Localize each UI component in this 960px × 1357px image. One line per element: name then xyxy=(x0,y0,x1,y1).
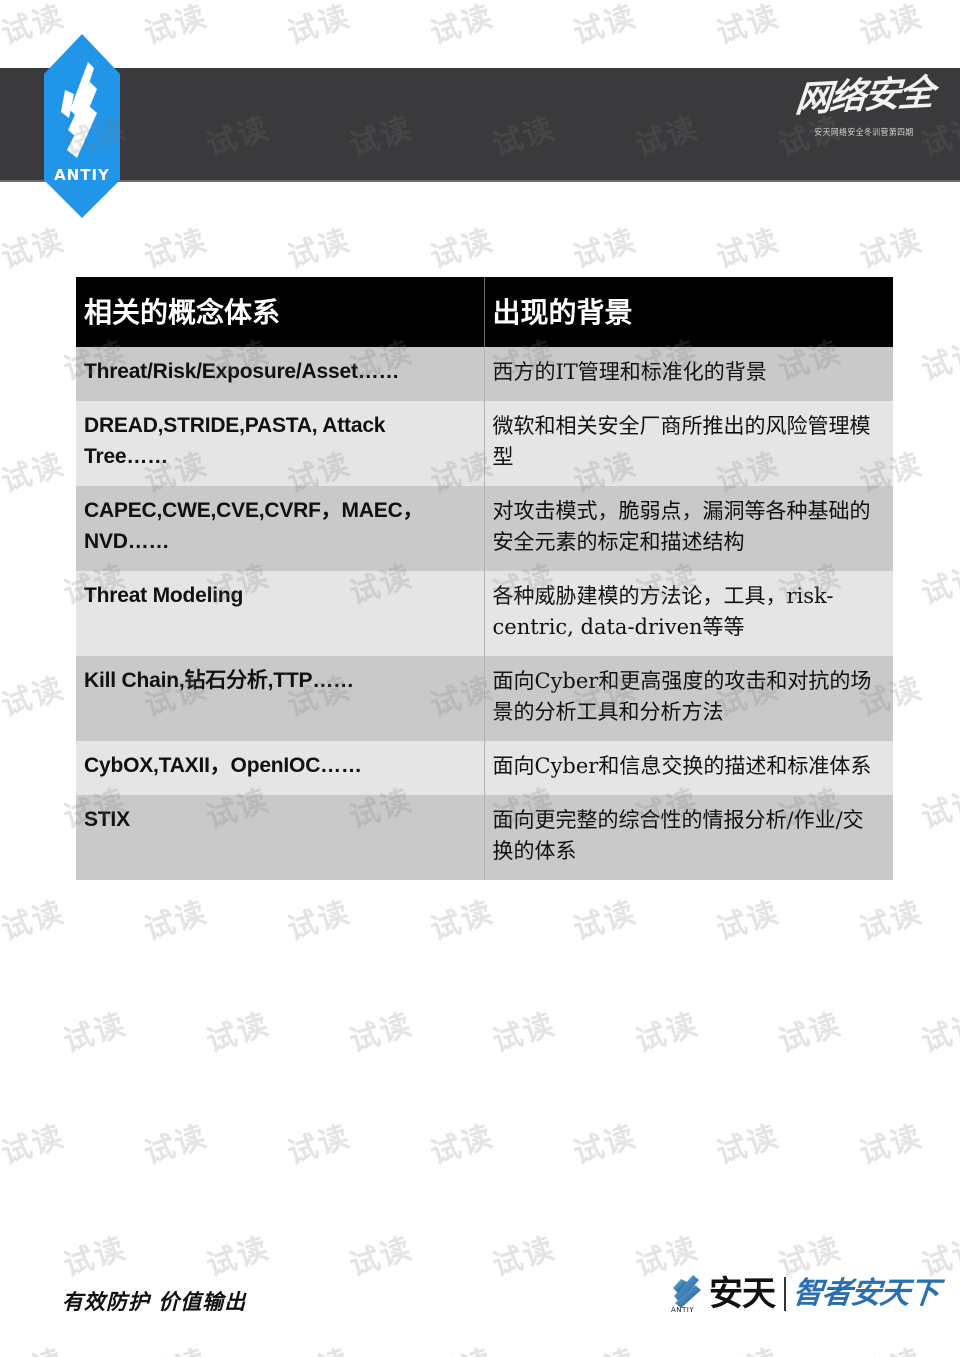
table-row: DREAD,STRIDE,PASTA, Attack Tree…… 微软和相关安… xyxy=(76,401,893,487)
footer-brand-name: 安天 xyxy=(709,1274,776,1314)
watermark-text: 试读 xyxy=(283,0,355,52)
cell-concept: Kill Chain,钻石分析,TTP…… xyxy=(76,656,485,741)
table-row: CybOX,TAXII，OpenIOC…… 面向Cyber和信息交换的描述和标准… xyxy=(76,740,893,796)
cell-concept: CAPEC,CWE,CVE,CVRF，MAEC，NVD…… xyxy=(76,486,485,572)
watermark-text: 试读 xyxy=(202,1006,274,1060)
watermark-text: 试读 xyxy=(488,1006,560,1060)
table-header-row: 相关的概念体系 出现的背景 xyxy=(76,277,893,347)
footer-brand-tagline: 智者安天下 xyxy=(791,1276,940,1311)
watermark-text: 试读 xyxy=(345,1006,417,1060)
logo-wordmark: ANTIY xyxy=(54,166,110,184)
calligraphy-subtitle-text: 安天网络安全冬训营第四期 xyxy=(814,128,914,138)
cell-background: 面向更完整的综合性的情报分析/作业/交换的体系 xyxy=(484,795,893,881)
watermark-text: 试读 xyxy=(855,0,927,52)
table-row: STIX 面向更完整的综合性的情报分析/作业/交换的体系 xyxy=(76,795,893,881)
watermark-text: 试读 xyxy=(59,1006,131,1060)
footer-mark-blades xyxy=(673,1275,701,1308)
cell-background: 面向Cyber和信息交换的描述和标准体系 xyxy=(484,740,893,796)
antiy-logo: ANTIY xyxy=(44,34,120,218)
watermark-text: 试读 xyxy=(712,894,784,948)
watermark-text: 试读 xyxy=(0,894,69,948)
cell-concept: DREAD,STRIDE,PASTA, Attack Tree…… xyxy=(76,401,485,487)
cell-background: 西方的IT管理和标准化的背景 xyxy=(484,347,893,402)
watermark-text: 试读 xyxy=(0,446,69,500)
watermark-text: 试读 xyxy=(855,894,927,948)
watermark-text: 试读 xyxy=(917,782,960,836)
watermark-text: 试读 xyxy=(712,0,784,52)
watermark-text: 试读 xyxy=(202,1230,274,1284)
cell-concept: CybOX,TAXII，OpenIOC…… xyxy=(76,740,485,796)
cell-background: 各种威胁建模的方法论，工具，risk-centric, data-driven等… xyxy=(484,571,893,657)
watermark-text: 试读 xyxy=(712,1118,784,1172)
footer-brand-divider xyxy=(784,1277,786,1311)
watermark-text: 试读 xyxy=(774,1006,846,1060)
watermark-text: 试读 xyxy=(917,334,960,388)
watermark-text: 试读 xyxy=(140,894,212,948)
table-row: Kill Chain,钻石分析,TTP…… 面向Cyber和更高强度的攻击和对抗… xyxy=(76,656,893,741)
watermark-text: 试读 xyxy=(0,1118,69,1172)
header-divider-rule xyxy=(0,180,960,182)
watermark-text: 试读 xyxy=(140,1118,212,1172)
column-header-background: 出现的背景 xyxy=(484,277,893,347)
table-row: Threat Modeling 各种威胁建模的方法论，工具，risk-centr… xyxy=(76,571,893,657)
watermark-text: 试读 xyxy=(710,1335,784,1357)
watermark-text: 试读 xyxy=(283,1118,355,1172)
watermark-text: 试读 xyxy=(917,558,960,612)
watermark-text: 试读 xyxy=(569,0,641,52)
watermark-text: 试读 xyxy=(855,1118,927,1172)
table-row: CAPEC,CWE,CVE,CVRF，MAEC，NVD…… 对攻击模式，脆弱点，… xyxy=(76,486,893,572)
watermark-text: 试读 xyxy=(569,222,641,276)
cell-concept: STIX xyxy=(76,795,485,881)
watermark-text: 试读 xyxy=(569,1118,641,1172)
watermark-text: 试读 xyxy=(712,222,784,276)
watermark-text: 试读 xyxy=(569,894,641,948)
watermark-text: 试读 xyxy=(855,222,927,276)
watermark-text: 试读 xyxy=(0,670,69,724)
concept-system-table: 相关的概念体系 出现的背景 Threat/Risk/Exposure/Asset… xyxy=(76,277,893,881)
antiy-footer-mark: ANTIY xyxy=(669,1272,705,1316)
cell-background: 微软和相关安全厂商所推出的风险管理模型 xyxy=(484,401,893,487)
watermark-text: 试读 xyxy=(426,222,498,276)
watermark-text: 试读 xyxy=(59,1230,131,1284)
watermark-text: 试读 xyxy=(138,1335,212,1357)
footer-slogan: 有效防护 价值输出 xyxy=(62,1289,247,1314)
watermark-text: 试读 xyxy=(426,894,498,948)
column-header-concept: 相关的概念体系 xyxy=(76,277,485,347)
cell-background: 面向Cyber和更高强度的攻击和对抗的场景的分析工具和分析方法 xyxy=(484,656,893,741)
header-calligraphy-title: 网络安全 安天网络安全冬训营第四期 xyxy=(794,71,935,174)
cell-background: 对攻击模式，脆弱点，漏洞等各种基础的安全元素的标定和描述结构 xyxy=(484,486,893,572)
watermark-text: 试读 xyxy=(281,1335,355,1357)
cell-concept: Threat Modeling xyxy=(76,571,485,657)
watermark-text: 试读 xyxy=(567,1335,641,1357)
watermark-text: 试读 xyxy=(424,1335,498,1357)
watermark-text: 试读 xyxy=(426,0,498,52)
watermark-text: 试读 xyxy=(283,222,355,276)
watermark-text: 试读 xyxy=(853,1335,927,1357)
watermark-text: 试读 xyxy=(283,894,355,948)
watermark-text: 试读 xyxy=(631,1006,703,1060)
watermark-text: 试读 xyxy=(140,222,212,276)
watermark-text: 试读 xyxy=(0,222,69,276)
cell-concept: Threat/Risk/Exposure/Asset…… xyxy=(76,347,485,402)
footer-brand-lockup: ANTIY 安天 智者安天下 xyxy=(669,1266,940,1322)
watermark-text: 试读 xyxy=(488,1230,560,1284)
table-body: Threat/Risk/Exposure/Asset…… 西方的IT管理和标准化… xyxy=(76,347,893,881)
calligraphy-main-text: 网络安全 xyxy=(793,71,935,121)
watermark-text: 试读 xyxy=(426,1118,498,1172)
watermark-text: 试读 xyxy=(140,0,212,52)
watermark-text: 试读 xyxy=(345,1230,417,1284)
watermark-text: 试读 xyxy=(0,1335,69,1357)
table-row: Threat/Risk/Exposure/Asset…… 西方的IT管理和标准化… xyxy=(76,347,893,402)
footer-mark-label: ANTIY xyxy=(671,1306,695,1314)
watermark-text: 试读 xyxy=(917,1006,960,1060)
